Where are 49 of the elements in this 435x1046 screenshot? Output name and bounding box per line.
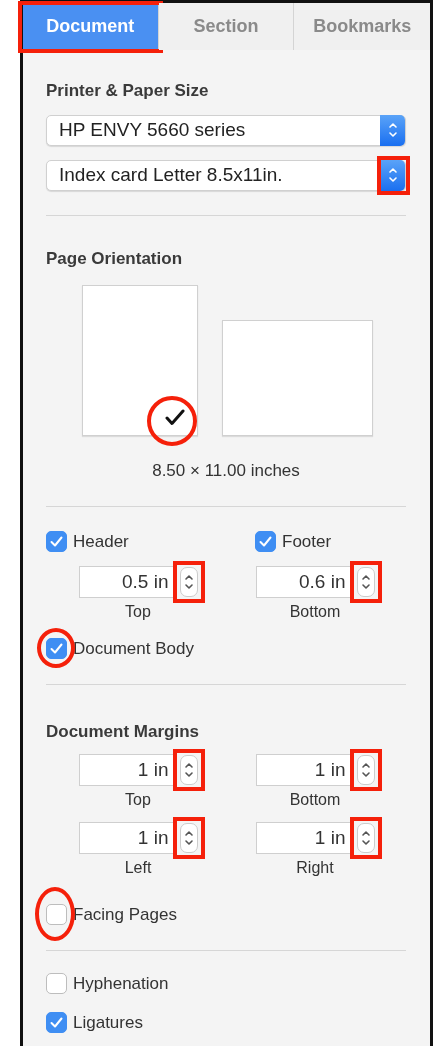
checkbox-label: Ligatures	[73, 1012, 143, 1034]
checkbox[interactable]	[46, 638, 67, 660]
stepper[interactable]	[179, 567, 198, 597]
checkmark-icon	[165, 409, 185, 426]
checkbox-label: Document Body	[73, 638, 194, 660]
chevrons-icon	[183, 828, 194, 848]
checkbox[interactable]	[255, 530, 276, 552]
checkbox-label: Hyphenation	[73, 972, 169, 995]
popup-menu[interactable]: HP ENVY 5660 series	[46, 114, 406, 146]
stepper[interactable]	[356, 823, 375, 853]
number-field[interactable]: 0.6 in	[255, 566, 353, 598]
checkbox-label: Footer	[282, 530, 332, 553]
checkbox[interactable]	[46, 904, 67, 926]
checkbox[interactable]	[46, 530, 67, 552]
number-field[interactable]: 1 in	[78, 822, 176, 854]
field-caption: Top	[125, 602, 151, 622]
check-icon	[50, 643, 63, 655]
check-icon	[259, 535, 272, 547]
chevrons-icon	[360, 760, 371, 780]
field-caption: Left	[124, 858, 152, 878]
section-heading: Document Margins	[46, 720, 201, 743]
number-field[interactable]: 1 in	[255, 754, 353, 786]
field-caption: Bottom	[289, 790, 341, 810]
check-icon	[50, 1017, 63, 1029]
chevrons-icon	[183, 572, 194, 592]
popup-menu[interactable]: Index card Letter 8.5x11in.	[46, 159, 406, 191]
field-caption: Top	[125, 790, 151, 810]
stepper[interactable]	[179, 823, 198, 853]
page-size-text: 8.50 × 11.00 inches	[151, 460, 301, 482]
chevrons-icon	[360, 572, 371, 592]
field-caption: Bottom	[289, 602, 341, 622]
check-icon	[50, 535, 63, 547]
number-field[interactable]: 1 in	[78, 754, 176, 786]
number-field[interactable]: 0.5 in	[78, 566, 176, 598]
chevrons-icon	[387, 120, 398, 140]
chevrons-icon	[183, 760, 194, 780]
portrait-page-option[interactable]	[82, 285, 198, 436]
stepper[interactable]	[356, 567, 375, 597]
stepper[interactable]	[179, 755, 198, 785]
chevrons-icon	[360, 828, 371, 848]
stepper[interactable]	[356, 755, 375, 785]
chevrons-icon	[387, 165, 398, 185]
checkbox[interactable]	[46, 972, 67, 994]
number-field[interactable]: 1 in	[255, 822, 353, 854]
section-heading: Printer & Paper Size	[46, 80, 210, 102]
field-caption: Right	[296, 858, 334, 878]
checkbox[interactable]	[46, 1012, 67, 1034]
section-heading: Page Orientation	[46, 247, 184, 270]
checkbox-label: Header	[73, 530, 129, 553]
